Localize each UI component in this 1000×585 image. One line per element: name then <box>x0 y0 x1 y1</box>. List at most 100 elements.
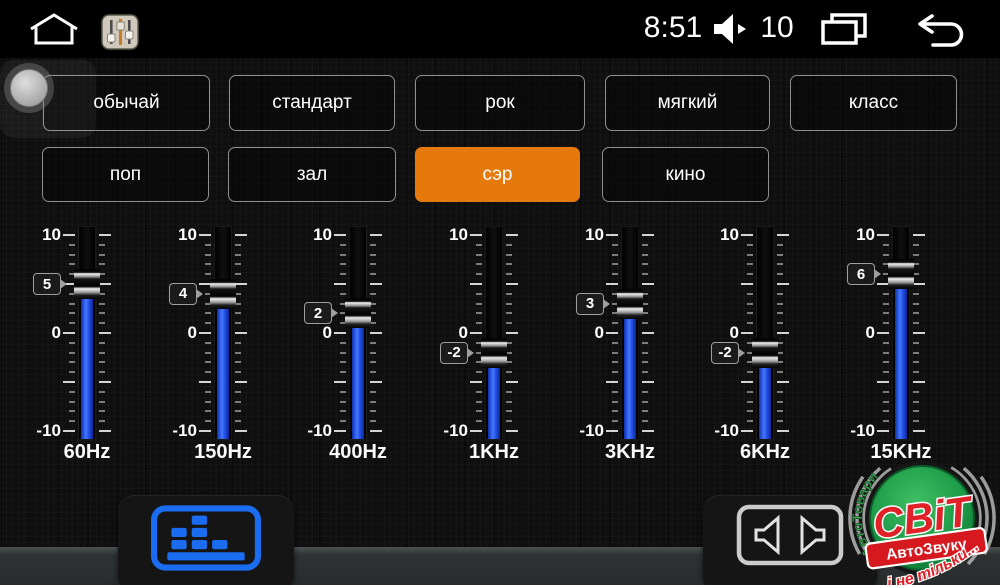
tick-mark <box>334 234 346 236</box>
tick-mark <box>913 410 919 412</box>
tick-mark <box>199 381 211 383</box>
scale-mid-label: 0 <box>21 323 61 343</box>
scale-max-label: 10 <box>428 225 468 245</box>
tick-mark <box>747 401 753 403</box>
tick-mark <box>370 371 376 373</box>
equalizer-app-icon[interactable] <box>101 14 139 50</box>
tick-mark <box>877 430 889 432</box>
tick-mark <box>612 410 618 412</box>
tick-mark <box>883 244 889 246</box>
tick-mark <box>747 391 753 393</box>
home-icon[interactable] <box>29 12 79 46</box>
tick-mark <box>470 381 482 383</box>
tick-mark <box>205 361 211 363</box>
tick-mark <box>340 361 346 363</box>
tick-mark <box>205 273 211 275</box>
tick-mark <box>235 381 247 383</box>
volume-icon[interactable] <box>712 13 750 45</box>
tick-mark <box>883 254 889 256</box>
scale-mid-label: 0 <box>835 323 875 343</box>
tick-mark <box>69 361 75 363</box>
preset-рок[interactable]: рок <box>415 75 585 131</box>
tick-mark <box>69 401 75 403</box>
scale-max-label: 10 <box>292 225 332 245</box>
tick-mark <box>883 391 889 393</box>
preset-класс[interactable]: класс <box>790 75 957 131</box>
scale-mid-label: 0 <box>157 323 197 343</box>
tick-mark <box>235 401 241 403</box>
scale-max-label: 10 <box>835 225 875 245</box>
preset-сэр[interactable]: сэр <box>415 147 580 202</box>
tick-mark <box>476 420 482 422</box>
scale-min-label: -10 <box>428 421 468 441</box>
eq-band-15khz: 10 0 -10 6 15KHz <box>833 225 969 471</box>
tick-mark <box>235 244 241 246</box>
tick-mark <box>99 263 105 265</box>
preset-мягкий[interactable]: мягкий <box>605 75 770 131</box>
tick-mark <box>69 254 75 256</box>
tick-mark <box>777 391 783 393</box>
tick-mark <box>205 322 211 324</box>
tick-mark <box>69 391 75 393</box>
scale-max-label: 10 <box>157 225 197 245</box>
preset-стандарт[interactable]: стандарт <box>229 75 395 131</box>
tick-mark <box>235 361 241 363</box>
tick-mark <box>99 352 105 354</box>
floating-knob[interactable] <box>4 63 54 113</box>
tick-mark <box>63 381 75 383</box>
tick-mark <box>370 381 382 383</box>
slider-thumb[interactable] <box>752 338 778 368</box>
tick-mark <box>913 234 925 236</box>
value-badge: 2 <box>304 302 332 324</box>
slider-fill <box>895 287 907 439</box>
tick-mark <box>913 312 919 314</box>
slider-thumb[interactable] <box>74 269 100 299</box>
value-badge-text: -2 <box>718 344 731 361</box>
tick-mark <box>612 273 618 275</box>
status-bar: 8:51 10 <box>0 0 1000 58</box>
tick-mark <box>235 283 247 285</box>
tick-mark <box>370 410 376 412</box>
recent-apps-icon[interactable] <box>820 13 868 46</box>
tick-mark <box>63 430 75 432</box>
tick-mark <box>506 322 512 324</box>
tick-mark <box>370 420 376 422</box>
tick-mark <box>99 391 105 393</box>
tick-mark <box>612 342 618 344</box>
tick-mark <box>747 273 753 275</box>
scale-min-label: -10 <box>564 421 604 441</box>
tick-mark <box>470 332 482 334</box>
tick-mark <box>642 322 648 324</box>
tick-mark <box>877 381 889 383</box>
tick-mark <box>476 312 482 314</box>
tick-mark <box>741 234 753 236</box>
tick-mark <box>506 420 512 422</box>
tick-mark <box>883 420 889 422</box>
slider-thumb[interactable] <box>481 338 507 368</box>
slider-thumb[interactable] <box>210 279 236 309</box>
tick-mark <box>340 263 346 265</box>
slider-fill <box>217 307 229 439</box>
slider-thumb[interactable] <box>345 298 371 328</box>
tick-mark <box>612 420 618 422</box>
tick-mark <box>340 244 346 246</box>
tick-mark <box>205 410 211 412</box>
tick-mark <box>476 303 482 305</box>
tick-mark <box>69 342 75 344</box>
tick-mark <box>612 244 618 246</box>
slider-thumb[interactable] <box>888 259 914 289</box>
tick-mark <box>506 303 512 305</box>
preset-кино[interactable]: кино <box>602 147 769 202</box>
tick-mark <box>340 391 346 393</box>
preset-поп[interactable]: поп <box>42 147 209 202</box>
tick-mark <box>777 420 783 422</box>
tick-mark <box>642 420 648 422</box>
tab-equalizer[interactable] <box>118 495 294 585</box>
slider-thumb[interactable] <box>617 289 643 319</box>
tick-mark <box>883 342 889 344</box>
tick-mark <box>340 254 346 256</box>
floating-knob-face <box>10 69 48 107</box>
back-icon[interactable] <box>916 13 968 47</box>
preset-зал[interactable]: зал <box>228 147 396 202</box>
tick-mark <box>913 342 919 344</box>
